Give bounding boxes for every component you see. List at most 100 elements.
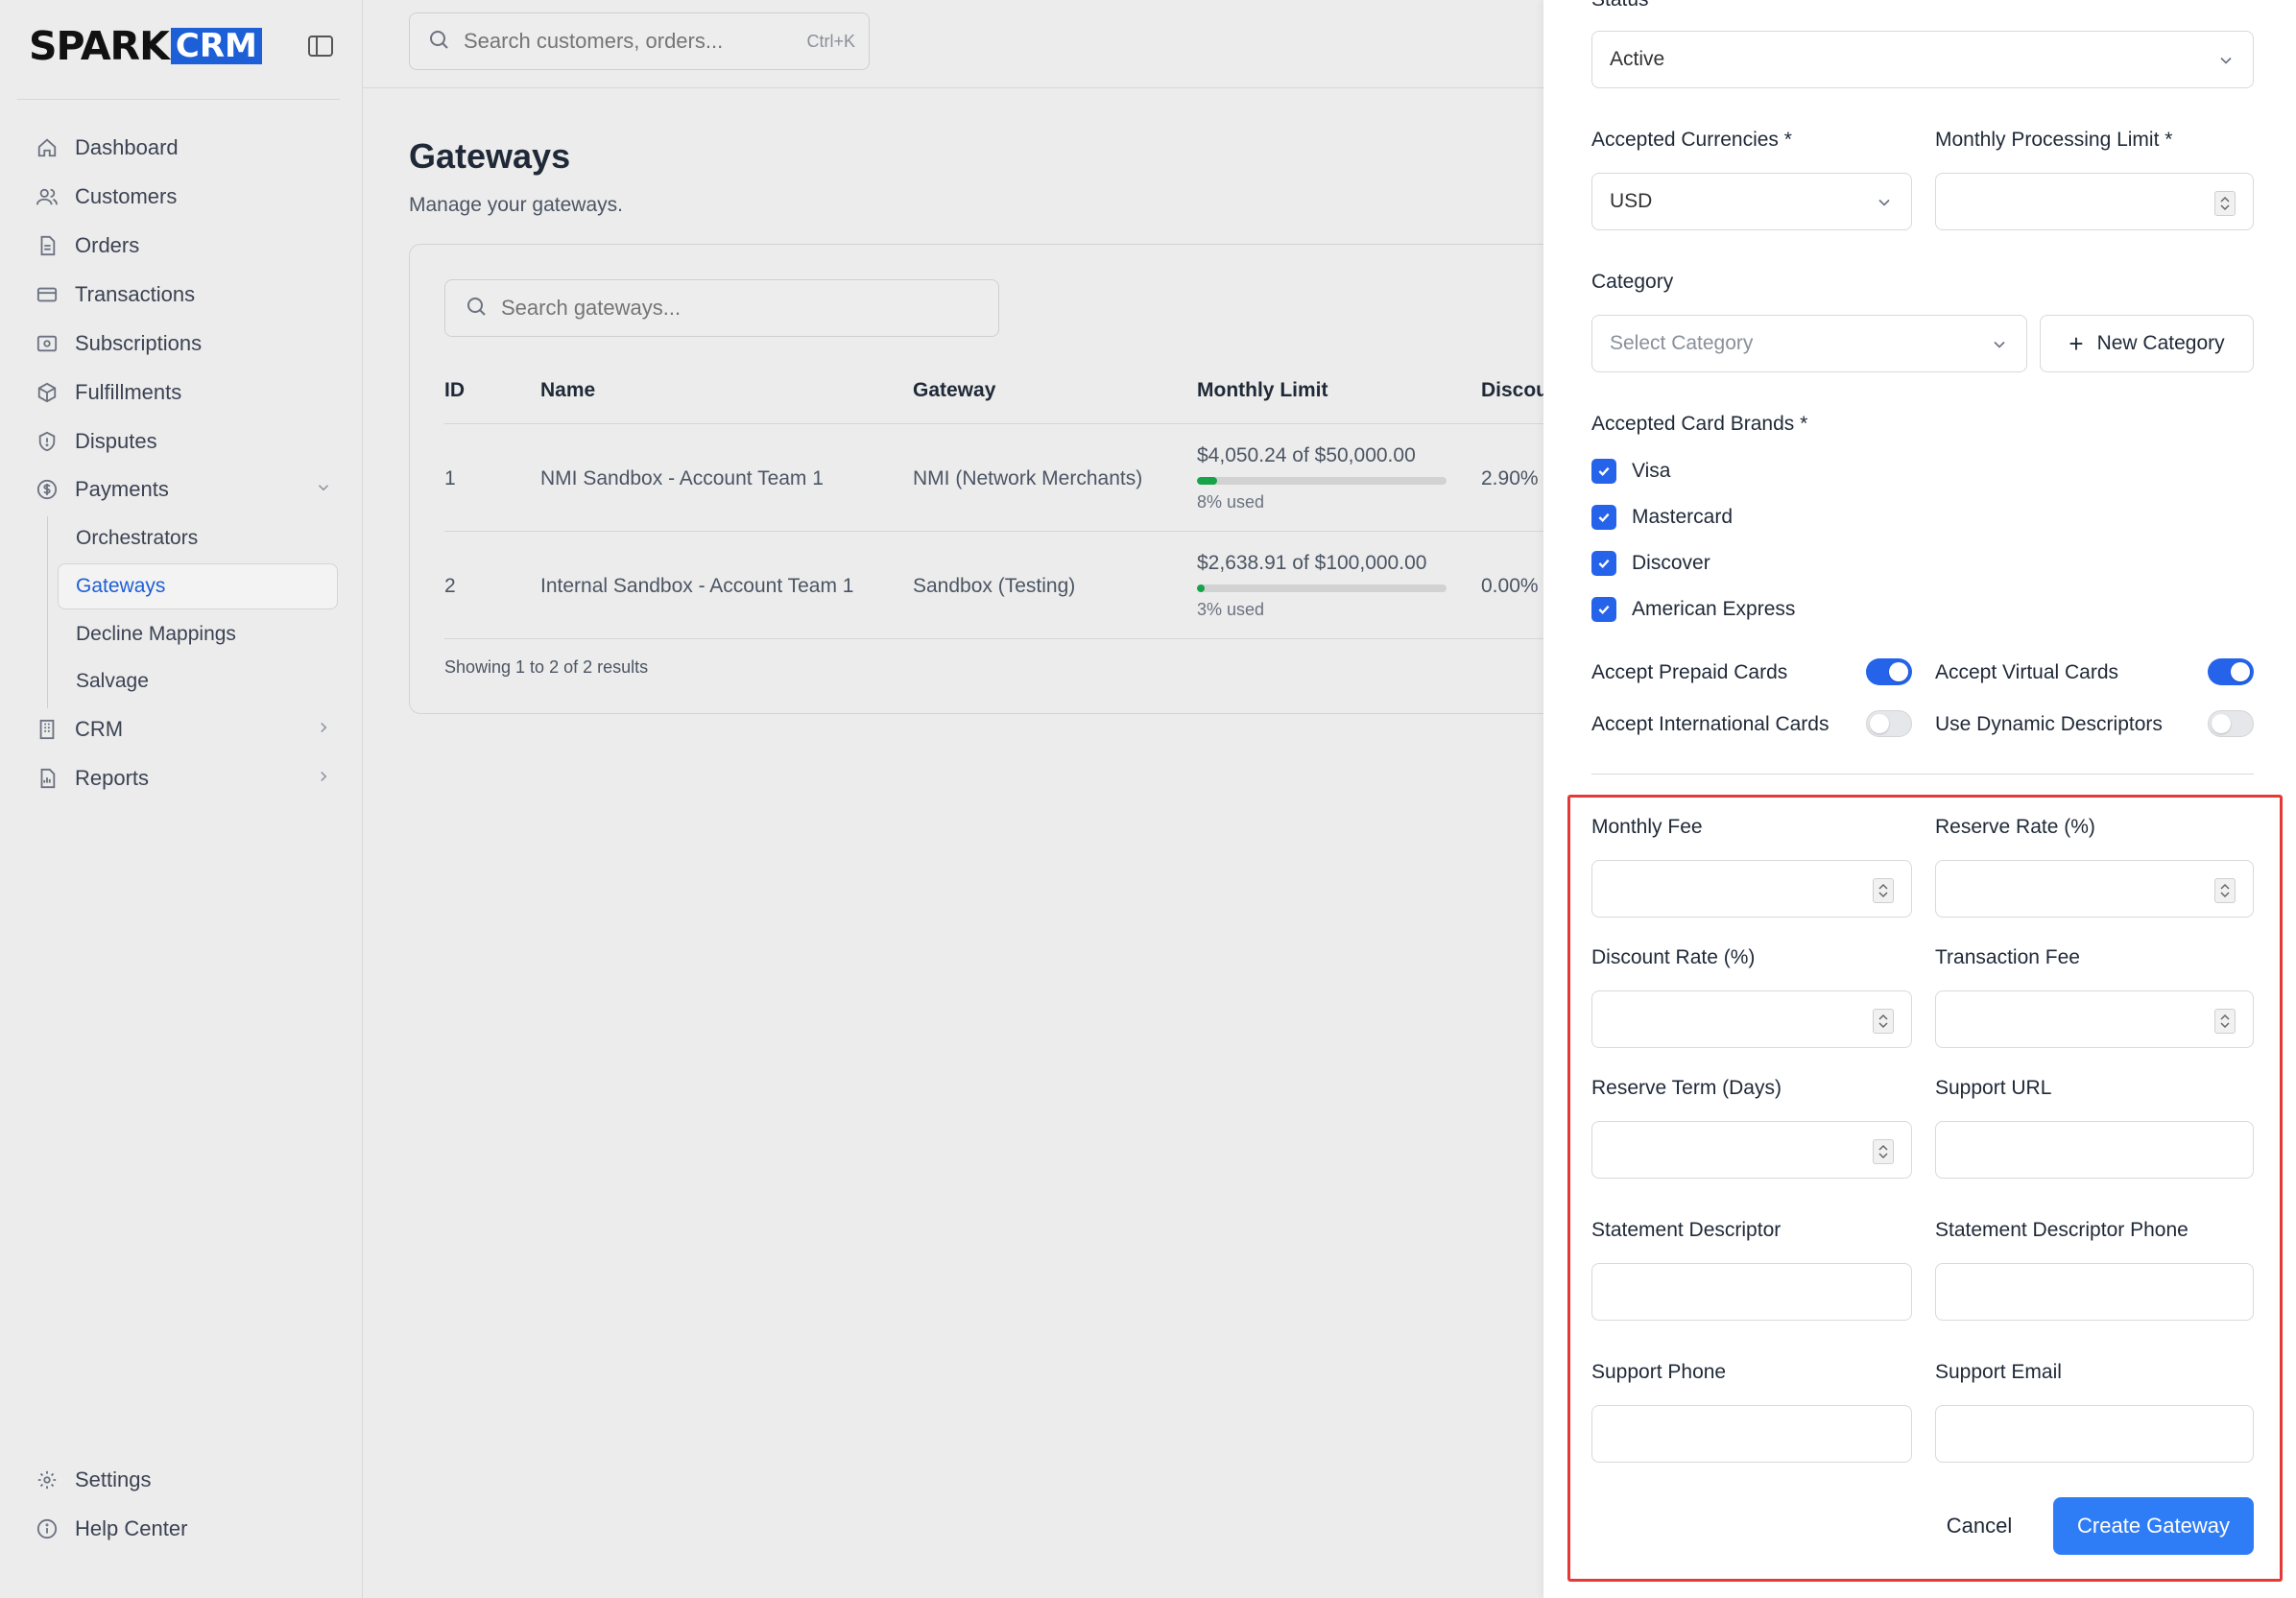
checkbox-checked-icon[interactable]	[1591, 459, 1616, 484]
search-icon	[427, 28, 450, 56]
checkbox-visa[interactable]: Visa	[1591, 459, 1670, 484]
checkbox-checked-icon[interactable]	[1591, 597, 1616, 622]
column-header-discount[interactable]: Discou	[1481, 379, 1548, 402]
checkbox-checked-icon[interactable]	[1591, 505, 1616, 530]
global-search[interactable]: Ctrl+K	[409, 12, 870, 70]
cell-discount: 2.90%	[1481, 467, 1539, 489]
users-icon	[35, 184, 60, 209]
chevron-down-icon	[315, 477, 332, 502]
sidebar-item-orders[interactable]: Orders	[35, 227, 332, 265]
cell-name: NMI Sandbox - Account Team 1	[540, 467, 824, 489]
page-subtitle: Manage your gateways.	[409, 194, 623, 216]
page-title: Gateways	[409, 136, 571, 176]
toggle-knob	[1889, 662, 1908, 681]
sidebar-item-reports[interactable]: Reports	[35, 759, 332, 798]
limit-total-amount: $100,000.00	[1314, 552, 1427, 574]
row-divider	[444, 531, 1596, 532]
sidebar-item-settings[interactable]: Settings	[35, 1461, 332, 1499]
gateways-table-card: ID Name Gateway Monthly Limit Discou 1 N…	[409, 244, 1599, 714]
sidebar-item-dashboard[interactable]: Dashboard	[35, 129, 332, 167]
limit-progress-fill	[1197, 584, 1205, 592]
sidebar-item-help-center[interactable]: Help Center	[35, 1510, 332, 1548]
logo-crm: CRM	[170, 28, 262, 64]
checkbox-american-express[interactable]: American Express	[1591, 597, 1795, 622]
chevron-down-icon	[2216, 51, 2236, 70]
limit-used-label: 3% used	[1197, 600, 1265, 619]
dynamic-descriptors-toggle[interactable]	[2208, 710, 2254, 737]
status-value: Active	[1610, 48, 1665, 70]
sidebar-item-orchestrators[interactable]: Orchestrators	[76, 519, 198, 558]
checkbox-mastercard[interactable]: Mastercard	[1591, 505, 1733, 530]
accept-international-label: Accept International Cards	[1591, 713, 1830, 735]
toggle-knob	[2231, 662, 2250, 681]
cell-id: 2	[444, 575, 456, 597]
card-brands-label: Accepted Card Brands *	[1591, 413, 1808, 435]
accept-international-toggle[interactable]	[1866, 710, 1912, 737]
limit-progress-fill	[1197, 477, 1217, 485]
section-divider	[1591, 774, 2254, 775]
column-header-id[interactable]: ID	[444, 379, 465, 402]
search-icon	[465, 295, 488, 322]
sidebar-item-customers[interactable]: Customers	[35, 178, 332, 216]
building-icon	[35, 717, 60, 742]
new-category-label: New Category	[2096, 332, 2225, 354]
limit-progress-bar	[1197, 584, 1447, 592]
accept-virtual-toggle[interactable]	[2208, 658, 2254, 685]
sidebar-item-decline-mappings[interactable]: Decline Mappings	[76, 615, 236, 654]
sidebar-item-subscriptions[interactable]: Subscriptions	[35, 324, 332, 363]
limit-total-amount: $50,000.00	[1314, 444, 1416, 466]
plus-icon: +	[2069, 329, 2084, 358]
status-select[interactable]: Active	[1591, 31, 2254, 88]
accept-prepaid-toggle[interactable]	[1866, 658, 1912, 685]
checkbox-checked-icon[interactable]	[1591, 551, 1616, 576]
sidebar: SPARK CRM Dashboard Customers Orders Tra…	[0, 0, 363, 1598]
sidebar-item-fulfillments[interactable]: Fulfillments	[35, 373, 332, 412]
sidebar-item-label: Subscriptions	[75, 331, 203, 355]
checkbox-discover[interactable]: Discover	[1591, 551, 1710, 576]
category-select[interactable]: Select Category	[1591, 315, 2027, 372]
category-placeholder: Select Category	[1610, 332, 1754, 354]
accept-prepaid-label: Accept Prepaid Cards	[1591, 661, 1788, 683]
stepper-icon[interactable]	[2214, 191, 2236, 216]
sidebar-item-gateways[interactable]: Gateways	[58, 563, 338, 609]
limit-progress-bar	[1197, 477, 1447, 485]
sidebar-item-label: Dashboard	[75, 135, 179, 159]
limit-used-amount: $4,050.24	[1197, 444, 1287, 466]
checkbox-label: Mastercard	[1632, 506, 1734, 528]
cell-monthly-limit: $2,638.91 of $100,000.00	[1197, 552, 1426, 575]
new-category-button[interactable]: + New Category	[2040, 315, 2254, 372]
box-icon	[35, 380, 60, 405]
currencies-value: USD	[1610, 190, 1653, 212]
logo[interactable]: SPARK CRM	[29, 23, 262, 69]
gear-icon	[35, 1467, 60, 1492]
cell-discount: 0.00%	[1481, 575, 1539, 597]
gateways-search-input[interactable]	[501, 296, 962, 321]
logo-spark: SPARK	[29, 23, 170, 69]
checkbox-label: American Express	[1632, 598, 1796, 620]
row-divider	[444, 638, 1596, 639]
home-icon	[35, 135, 60, 160]
limit-used-amount: $2,638.91	[1197, 552, 1287, 574]
global-search-input[interactable]	[464, 29, 790, 54]
sidebar-item-crm[interactable]: CRM	[35, 710, 332, 749]
row-divider	[444, 423, 1596, 424]
monthly-limit-input[interactable]	[1935, 173, 2254, 230]
column-header-monthly-limit[interactable]: Monthly Limit	[1197, 379, 1327, 402]
limit-of: of	[1292, 552, 1309, 574]
sidebar-item-label: Orders	[75, 233, 140, 257]
currencies-select[interactable]: USD	[1591, 173, 1912, 230]
cell-monthly-limit: $4,050.24 of $50,000.00	[1197, 444, 1416, 467]
sidebar-item-disputes[interactable]: Disputes	[35, 422, 332, 461]
report-icon	[35, 766, 60, 791]
chevron-down-icon	[1990, 335, 2009, 354]
chevron-right-icon	[315, 717, 332, 742]
sidebar-item-salvage[interactable]: Salvage	[76, 662, 149, 701]
gateways-search[interactable]	[444, 279, 999, 337]
column-header-name[interactable]: Name	[540, 379, 595, 402]
sidebar-item-transactions[interactable]: Transactions	[35, 275, 332, 314]
shortcut-hint: Ctrl+K	[806, 31, 855, 51]
column-header-gateway[interactable]: Gateway	[913, 379, 995, 402]
dollar-icon	[35, 477, 60, 502]
sidebar-item-payments[interactable]: Payments	[35, 470, 332, 509]
sidebar-toggle-icon[interactable]	[307, 35, 336, 60]
